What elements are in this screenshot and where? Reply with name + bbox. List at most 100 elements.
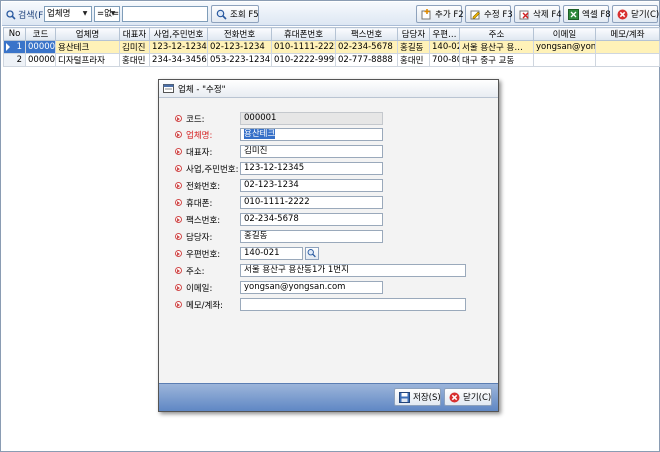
field-row-mobile: 휴대폰: <box>175 196 212 209</box>
main-window: 검색(F): 업체명 ▼ =없= ▼ 조회 F5 추가 F2 수정 F3 삭제 … <box>0 0 660 452</box>
cell-manager[interactable]: 홍길동 <box>397 40 430 54</box>
ceo-field[interactable]: 김미진 <box>240 145 383 158</box>
cell-bizno[interactable]: 234-34-34567 <box>149 53 208 67</box>
cell-addr[interactable]: 대구 중구 교동 <box>459 53 534 67</box>
cell-email[interactable]: yongsan@yon… <box>533 40 596 54</box>
column-header-no[interactable]: No <box>3 27 26 41</box>
column-header-zip[interactable]: 우편… <box>429 27 460 41</box>
column-header-mobile[interactable]: 휴대폰번호 <box>271 27 336 41</box>
manager-field[interactable]: 홍길동 <box>240 230 383 243</box>
dialog-titlebar[interactable]: 업체 - "수정" <box>159 80 498 98</box>
search-icon <box>6 9 16 20</box>
delete-button[interactable]: 삭제 F4 <box>514 5 562 23</box>
addr-field[interactable]: 서울 용산구 용산동1가 1번지 <box>240 264 466 277</box>
cell-ceo[interactable]: 홍대민 <box>119 53 150 67</box>
cell-email[interactable] <box>533 53 596 67</box>
bullet-icon <box>175 115 182 122</box>
table-row[interactable]: 2 000002 디자털프라자 홍대민 234-34-34567 053-223… <box>3 53 660 67</box>
field-row-tel: 전화번호: <box>175 179 220 192</box>
bullet-icon <box>175 301 182 308</box>
bullet-icon <box>175 233 182 240</box>
edit-button-label: 수정 F3 <box>484 10 513 20</box>
add-button-label: 추가 F2 <box>435 10 464 20</box>
mobile-field[interactable]: 010-1111-2222 <box>240 196 383 209</box>
close-icon <box>449 392 460 402</box>
dialog-close-button[interactable]: 닫기(C) <box>444 388 492 406</box>
row-number[interactable]: 1 <box>3 40 26 54</box>
cell-name[interactable]: 용산테크 <box>55 40 120 54</box>
label-mobile: 휴대폰: <box>186 198 213 209</box>
field-row-zip: 우편번호: <box>175 247 220 260</box>
customer-table: No 코드 업체명 대표자 사업,주민번호 전화번호 휴대폰번호 팩스번호 담당… <box>3 27 660 67</box>
cell-addr[interactable]: 서울 용산구 용… <box>459 40 534 54</box>
row-number[interactable]: 2 <box>3 53 26 67</box>
edit-button[interactable]: 수정 F3 <box>465 5 513 23</box>
field-row-addr: 주소: <box>175 264 205 277</box>
column-header-memo[interactable]: 메모/계좌 <box>595 27 660 41</box>
cell-mobile[interactable]: 010-2222-9999 <box>271 53 336 67</box>
excel-icon <box>568 8 579 20</box>
excel-button[interactable]: 엑셀 F8 <box>563 5 611 23</box>
table-row[interactable]: 1 000001 용산테크 김미진 123-12-12345 02-123-12… <box>3 40 660 54</box>
search-mode-select[interactable]: =없= ▼ <box>94 6 120 22</box>
cell-name[interactable]: 디자털프라자 <box>55 53 120 67</box>
cell-zip[interactable]: 140-021 <box>429 40 460 54</box>
bizno-field[interactable]: 123-12-12345 <box>240 162 383 175</box>
label-zip: 우편번호: <box>186 249 221 260</box>
excel-button-label: 엑셀 F8 <box>582 10 611 20</box>
add-icon <box>421 8 431 19</box>
label-ceo: 대표자: <box>186 147 213 158</box>
column-header-ceo[interactable]: 대표자 <box>119 27 150 41</box>
cell-tel[interactable]: 053-223-1234 <box>207 53 272 67</box>
column-header-name[interactable]: 업체명 <box>55 27 120 41</box>
cell-zip[interactable]: 700-800 <box>429 53 460 67</box>
cell-bizno[interactable]: 123-12-12345 <box>149 40 208 54</box>
zip-field[interactable]: 140-021 <box>240 247 303 260</box>
cell-memo[interactable] <box>595 40 660 54</box>
dialog-close-button-label: 닫기(C) <box>463 393 492 403</box>
search-button[interactable]: 조회 F5 <box>211 5 259 23</box>
add-button[interactable]: 추가 F2 <box>416 5 464 23</box>
chevron-down-icon: ▼ <box>110 10 116 17</box>
cell-ceo[interactable]: 김미진 <box>119 40 150 54</box>
cell-memo[interactable] <box>595 53 660 67</box>
column-header-manager[interactable]: 담당자 <box>397 27 430 41</box>
bullet-icon <box>175 284 182 291</box>
memo-field[interactable] <box>240 298 466 311</box>
cell-manager[interactable]: 홍대민 <box>397 53 430 67</box>
cell-tel[interactable]: 02-123-1234 <box>207 40 272 54</box>
window-icon <box>163 84 174 93</box>
column-header-email[interactable]: 이메일 <box>533 27 596 41</box>
search-field-select[interactable]: 업체명 ▼ <box>44 6 92 22</box>
tel-field[interactable]: 02-123-1234 <box>240 179 383 192</box>
save-button[interactable]: 저장(S) <box>394 388 441 406</box>
zip-search-button[interactable] <box>305 247 319 260</box>
delete-icon <box>519 10 529 19</box>
cell-code[interactable]: 000002 <box>25 53 56 67</box>
column-header-bizno[interactable]: 사업,주민번호 <box>149 27 208 41</box>
email-field[interactable]: yongsan@yongsan.com <box>240 281 383 294</box>
bullet-icon <box>175 148 182 155</box>
column-header-addr[interactable]: 주소 <box>459 27 534 41</box>
label-manager: 담당자: <box>186 232 213 243</box>
name-field[interactable]: 용산테크 <box>240 128 383 141</box>
field-row-name: 업체명: <box>175 128 212 141</box>
save-icon <box>399 391 410 403</box>
search-input[interactable] <box>122 6 208 22</box>
cell-mobile[interactable]: 010-1111-2222 <box>271 40 336 54</box>
fax-field[interactable]: 02-234-5678 <box>240 213 383 226</box>
close-button[interactable]: 닫기(C) <box>612 5 659 23</box>
label-addr: 주소: <box>186 266 205 277</box>
cell-code[interactable]: 000001 <box>25 40 56 54</box>
column-header-code[interactable]: 코드 <box>25 27 56 41</box>
column-header-fax[interactable]: 팩스번호 <box>335 27 398 41</box>
bullet-icon <box>175 250 182 257</box>
search-icon <box>216 9 227 20</box>
edit-dialog: 업체 - "수정" 코드: 000001 업체명: 용산테크 대표자: 김미진 … <box>158 79 499 412</box>
cell-fax[interactable]: 02-777-8888 <box>335 53 398 67</box>
dialog-title: 업체 - "수정" <box>178 84 226 95</box>
bullet-icon <box>175 267 182 274</box>
chevron-down-icon: ▼ <box>82 10 88 17</box>
column-header-tel[interactable]: 전화번호 <box>207 27 272 41</box>
cell-fax[interactable]: 02-234-5678 <box>335 40 398 54</box>
